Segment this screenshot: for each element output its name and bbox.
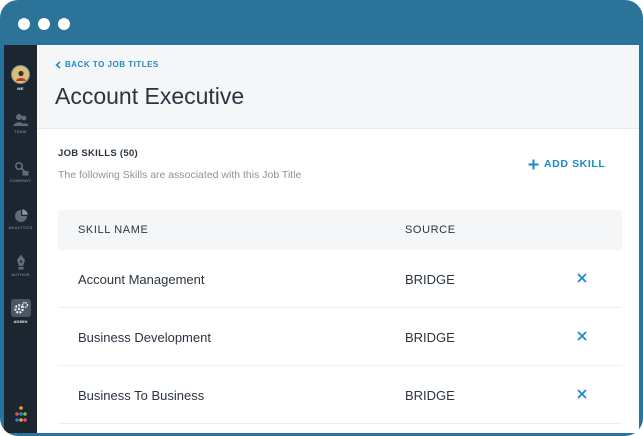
sidebar-item-admin[interactable]: ADMIN [4,299,37,339]
sidebar-item-author[interactable]: AUTHOR [4,254,37,294]
app-screen: ME TEAM COMPANY ANALYTICS AUTHOR ADMIN B… [4,45,639,433]
pen-icon [16,254,25,270]
sidebar-item-company[interactable]: COMPANY [4,161,37,201]
remove-skill-icon[interactable] [575,271,589,285]
skill-name-cell: Business Development [78,330,211,345]
sidebar-item-label: ANALYTICS [8,225,33,230]
sidebar-item-label: TEAM [14,129,27,134]
add-skill-label: ADD SKILL [544,158,606,170]
column-header-skill-name[interactable]: SKILL NAME [78,224,148,236]
main-content: BACK TO JOB TITLES Account Executive JOB… [37,45,639,433]
skill-source-cell: BRIDGE [405,330,455,345]
page-header: BACK TO JOB TITLES Account Executive [37,45,639,129]
admin-icon-box [10,299,31,317]
analytics-icon [14,209,28,222]
team-icon [13,114,28,126]
avatar [11,65,30,84]
add-skill-button[interactable]: ADD SKILL [528,158,605,170]
back-link-label: BACK TO JOB TITLES [65,60,159,69]
sidebar-item-label: AUTHOR [11,272,30,277]
company-icon [14,161,28,176]
chevron-left-icon [55,60,61,69]
brand-logo-icon [15,406,27,422]
window-frame: ME TEAM COMPANY ANALYTICS AUTHOR ADMIN B… [0,0,643,436]
skill-name-cell: Account Management [78,272,205,287]
sidebar-item-label: COMPANY [9,178,32,183]
remove-skill-icon[interactable] [575,387,589,401]
sidebar-item-me[interactable]: ME [4,65,37,105]
back-to-job-titles-link[interactable]: BACK TO JOB TITLES [55,60,159,69]
window-dot[interactable] [58,18,70,30]
skill-name-cell: Business To Business [78,388,205,403]
skills-table: SKILL NAME SOURCE Account Management BRI… [58,210,622,424]
avatar-icon [15,70,26,81]
job-skills-heading: JOB SKILLS (50) [58,148,138,159]
skill-source-cell: BRIDGE [405,388,455,403]
column-header-source[interactable]: SOURCE [405,224,456,236]
sidebar-item-analytics[interactable]: ANALYTICS [4,209,37,249]
skill-source-cell: BRIDGE [405,272,455,287]
job-skills-description: The following Skills are associated with… [58,169,302,181]
window-controls [18,18,70,30]
window-dot[interactable] [18,18,30,30]
sidebar: ME TEAM COMPANY ANALYTICS AUTHOR ADMIN [4,45,37,433]
sidebar-item-team[interactable]: TEAM [4,113,37,153]
plus-icon [528,159,539,169]
sidebar-item-label: ME [17,86,24,91]
table-row: Business Development BRIDGE [58,308,622,366]
table-row: Business To Business BRIDGE [58,366,622,424]
table-header: SKILL NAME SOURCE [58,210,622,250]
gears-icon [13,301,28,314]
sidebar-item-label: ADMIN [13,319,28,324]
table-row: Account Management BRIDGE [58,250,622,308]
window-dot[interactable] [38,18,50,30]
page-title: Account Executive [55,83,245,109]
remove-skill-icon[interactable] [575,329,589,343]
